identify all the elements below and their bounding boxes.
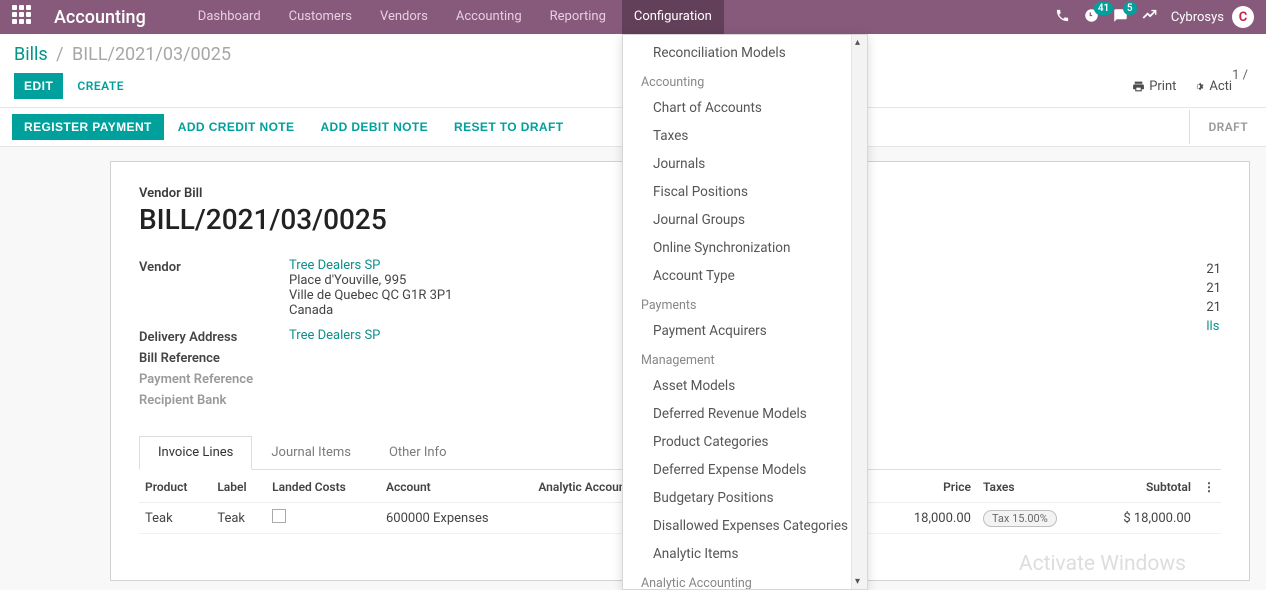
- vendor-label: Vendor: [139, 258, 289, 318]
- dd-group-analytic: Analytic Accounting: [623, 568, 867, 590]
- col-account[interactable]: Account: [380, 472, 532, 503]
- dd-disallowed-expenses[interactable]: Disallowed Expenses Categories: [623, 512, 867, 540]
- cell-landed: [266, 503, 380, 534]
- nav-dashboard[interactable]: Dashboard: [186, 0, 273, 34]
- dd-analytic-items[interactable]: Analytic Items: [623, 540, 867, 568]
- tab-journal-items[interactable]: Journal Items: [252, 436, 370, 469]
- dd-chart-of-accounts[interactable]: Chart of Accounts: [623, 94, 867, 122]
- col-landed[interactable]: Landed Costs: [266, 472, 380, 503]
- cell-label: Teak: [211, 503, 266, 534]
- breadcrumb-current: BILL/2021/03/0025: [72, 44, 231, 65]
- nav-accounting[interactable]: Accounting: [444, 0, 534, 34]
- col-price[interactable]: Price: [885, 472, 977, 503]
- nav-customers[interactable]: Customers: [277, 0, 364, 34]
- col-label[interactable]: Label: [211, 472, 266, 503]
- dd-product-categories[interactable]: Product Categories: [623, 428, 867, 456]
- vendor-address-1: Place d'Youville, 995: [289, 273, 452, 288]
- tools-icon[interactable]: [1142, 8, 1157, 27]
- col-subtotal[interactable]: Subtotal: [1091, 472, 1197, 503]
- cell-account: 600000 Expenses: [380, 503, 532, 534]
- tab-other-info[interactable]: Other Info: [370, 436, 466, 469]
- vendor-address-2: Ville de Quebec QC G1R 3P1: [289, 288, 452, 303]
- dropdown-scrollbar[interactable]: ▴ ▾: [851, 35, 867, 589]
- payment-ref-label: Payment Reference: [139, 370, 289, 387]
- messages-icon[interactable]: 5: [1113, 8, 1128, 27]
- nav-vendors[interactable]: Vendors: [368, 0, 440, 34]
- dd-deferred-expense[interactable]: Deferred Expense Models: [623, 456, 867, 484]
- dd-deferred-revenue[interactable]: Deferred Revenue Models: [623, 400, 867, 428]
- add-debit-note-button[interactable]: ADD DEBIT NOTE: [308, 114, 440, 140]
- cell-price: 18,000.00: [885, 503, 977, 534]
- messages-badge: 5: [1123, 2, 1137, 15]
- activity-icon[interactable]: 41: [1084, 8, 1099, 27]
- bill-ref-label: Bill Reference: [139, 349, 289, 366]
- dd-online-sync[interactable]: Online Synchronization: [623, 234, 867, 262]
- dd-journals[interactable]: Journals: [623, 150, 867, 178]
- col-product[interactable]: Product: [139, 472, 211, 503]
- phone-icon[interactable]: [1055, 8, 1070, 27]
- delivery-label: Delivery Address: [139, 328, 289, 345]
- edit-button[interactable]: EDIT: [14, 73, 63, 99]
- recipient-bank-label: Recipient Bank: [139, 391, 289, 408]
- dd-fiscal-positions[interactable]: Fiscal Positions: [623, 178, 867, 206]
- tax-pill[interactable]: Tax 15.00%: [983, 510, 1057, 527]
- breadcrumb-root[interactable]: Bills: [14, 44, 48, 65]
- dd-payment-acquirers[interactable]: Payment Acquirers: [623, 317, 867, 345]
- action-label: Acti: [1209, 79, 1232, 94]
- vendor-link[interactable]: Tree Dealers SP: [289, 258, 452, 273]
- username: Cybrosys: [1171, 10, 1224, 25]
- landed-checkbox[interactable]: [272, 509, 286, 523]
- dd-reconciliation-models[interactable]: Reconciliation Models: [623, 35, 867, 67]
- app-brand: Accounting: [54, 7, 146, 28]
- user-menu[interactable]: Cybrosys C: [1171, 6, 1254, 28]
- dd-group-payments: Payments: [623, 290, 867, 317]
- dd-asset-models[interactable]: Asset Models: [623, 372, 867, 400]
- delivery-link[interactable]: Tree Dealers SP: [289, 328, 380, 345]
- status-draft[interactable]: DRAFT: [1189, 110, 1266, 144]
- col-kebab-icon[interactable]: ⋮: [1197, 472, 1221, 503]
- nav-menu: Dashboard Customers Vendors Accounting R…: [186, 0, 724, 34]
- cell-tax: Tax 15.00%: [977, 503, 1091, 534]
- col-taxes[interactable]: Taxes: [977, 472, 1091, 503]
- reset-to-draft-button[interactable]: RESET TO DRAFT: [442, 114, 575, 140]
- dd-budgetary-positions[interactable]: Budgetary Positions: [623, 484, 867, 512]
- add-credit-note-button[interactable]: ADD CREDIT NOTE: [166, 114, 307, 140]
- cell-product: Teak: [139, 503, 211, 534]
- tab-invoice-lines[interactable]: Invoice Lines: [139, 436, 252, 470]
- register-payment-button[interactable]: REGISTER PAYMENT: [12, 114, 164, 140]
- dd-group-management: Management: [623, 345, 867, 372]
- dd-taxes[interactable]: Taxes: [623, 122, 867, 150]
- nav-configuration[interactable]: Configuration: [622, 0, 724, 34]
- avatar: C: [1232, 6, 1254, 28]
- scroll-down-icon[interactable]: ▾: [855, 576, 860, 587]
- activity-badge: 41: [1094, 2, 1113, 15]
- dd-group-accounting: Accounting: [623, 67, 867, 94]
- print-button[interactable]: Print: [1132, 79, 1176, 94]
- cell-subtotal: $ 18,000.00: [1091, 503, 1197, 534]
- dd-journal-groups[interactable]: Journal Groups: [623, 206, 867, 234]
- right-column-partial: 21 21 21 lls: [1206, 262, 1221, 338]
- action-button[interactable]: Acti: [1192, 79, 1232, 94]
- main-navbar: Accounting Dashboard Customers Vendors A…: [0, 0, 1266, 34]
- vendor-address-3: Canada: [289, 303, 452, 318]
- apps-icon[interactable]: [12, 5, 36, 29]
- nav-reporting[interactable]: Reporting: [538, 0, 618, 34]
- configuration-dropdown: Reconciliation Models Accounting Chart o…: [622, 34, 868, 590]
- print-label: Print: [1149, 79, 1176, 94]
- pager[interactable]: 1 /: [1232, 68, 1252, 83]
- scroll-up-icon[interactable]: ▴: [855, 37, 860, 48]
- create-button[interactable]: CREATE: [67, 73, 134, 99]
- dd-account-type[interactable]: Account Type: [623, 262, 867, 290]
